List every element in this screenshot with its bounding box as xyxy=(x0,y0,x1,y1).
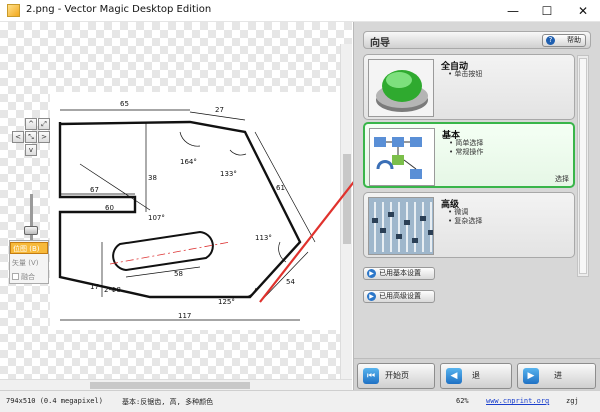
dim-label: 65 xyxy=(120,100,129,108)
dim-label: 117 xyxy=(178,312,191,320)
status-bar: 794x510 (0.4 megapixel) 基本:反锯齿, 高, 多种颜色 … xyxy=(0,390,600,412)
website-link[interactable]: www.cnprint.org xyxy=(486,397,549,405)
arrow-left-icon: ◀ xyxy=(446,368,462,384)
advanced-settings-button[interactable]: ▶ 已用高级设置 xyxy=(363,290,435,303)
user-name: zgj xyxy=(566,397,579,405)
pan-left-button[interactable]: < xyxy=(12,131,24,143)
arrow-right-icon: ▶ xyxy=(367,269,376,278)
maximize-button[interactable]: ☐ xyxy=(530,0,564,22)
image-canvas[interactable]: 65 27 164° 133° 61 67 38 60 107° 113° 54… xyxy=(0,22,416,401)
question-icon: ? xyxy=(546,36,555,45)
wizard-nav-bar: ⏮ 开始页 ◀ 退 ▶ 进 xyxy=(354,358,600,390)
basic-settings-label: 已用基本设置 xyxy=(379,269,421,277)
view-bitmap-button[interactable]: 位图 (B) xyxy=(10,242,48,254)
wizard-header: 向导 ? 帮助 xyxy=(363,31,591,49)
mode-bullet: 复杂选择 xyxy=(448,217,482,226)
selected-label: 选择 xyxy=(555,175,569,183)
dim-label: 60 xyxy=(105,204,114,212)
mode-bullet: 常规操作 xyxy=(449,148,483,157)
mode-bullet: 单击按钮 xyxy=(448,70,482,79)
wizard-title: 向导 xyxy=(370,38,390,49)
basic-settings-button[interactable]: ▶ 已用基本设置 xyxy=(363,267,435,280)
blend-label: 融合 xyxy=(21,273,35,281)
dim-label: 125° xyxy=(218,298,235,306)
title-bar: 2.png - Vector Magic Desktop Edition — ☐… xyxy=(0,0,600,22)
minimize-button[interactable]: — xyxy=(496,0,530,22)
next-label: 进 xyxy=(554,371,562,380)
back-button[interactable]: ◀ 退 xyxy=(440,363,512,389)
view-blend-checkbox[interactable]: 融合 xyxy=(10,271,48,283)
dim-label: 133° xyxy=(220,170,237,178)
help-label: 帮助 xyxy=(567,36,581,44)
mode-advanced[interactable]: 高级 微调 复杂选择 xyxy=(363,192,575,258)
mixing-console-image xyxy=(368,197,434,255)
scrollbar-thumb[interactable] xyxy=(579,58,587,274)
dim-label: 17 xyxy=(90,283,99,291)
advanced-settings-label: 已用高级设置 xyxy=(379,292,421,300)
zoom-slider-handle[interactable] xyxy=(24,226,38,235)
wizard-panel: 向导 ? 帮助 全自动 单击按钮 xyxy=(353,22,600,390)
zoom-fit-button[interactable]: ⤢ xyxy=(38,118,50,130)
view-vector-button[interactable]: 矢量 (V) xyxy=(10,257,48,269)
start-page-button[interactable]: ⏮ 开始页 xyxy=(357,363,435,389)
back-label: 退 xyxy=(472,371,480,380)
mode-fully-automatic[interactable]: 全自动 单击按钮 xyxy=(363,54,575,120)
mode-bullet: 简单选择 xyxy=(449,139,483,148)
settings-info: 基本:反锯齿, 高, 多种颜色 xyxy=(122,398,214,406)
scrollbar-thumb[interactable] xyxy=(90,382,250,389)
image-info: 794x510 (0.4 megapixel) xyxy=(6,397,103,405)
next-button[interactable]: ▶ 进 xyxy=(517,363,596,389)
app-icon xyxy=(7,4,20,17)
start-page-label: 开始页 xyxy=(385,371,409,380)
mode-basic[interactable]: 基本 简单选择 常规操作 选择 xyxy=(363,122,575,188)
arrow-right-icon: ▶ xyxy=(523,368,539,384)
dim-label: 38 xyxy=(148,174,157,182)
dim-label: 58 xyxy=(174,270,183,278)
close-button[interactable]: ✕ xyxy=(566,0,600,22)
skip-back-icon: ⏮ xyxy=(363,368,379,384)
pan-right-button[interactable]: > xyxy=(38,131,50,143)
mode-list-scrollbar[interactable] xyxy=(577,55,589,277)
checkbox-icon xyxy=(12,273,19,280)
help-button[interactable]: ? 帮助 xyxy=(542,34,586,47)
mode-bullet: 微调 xyxy=(448,208,482,217)
dim-label: 164° xyxy=(180,158,197,166)
pan-down-button[interactable]: v xyxy=(25,144,37,156)
green-button-image xyxy=(368,59,434,117)
fit-view-button[interactable]: ⤡ xyxy=(25,131,37,143)
arrow-right-icon: ▶ xyxy=(367,292,376,301)
dim-label: 2-Φ8 xyxy=(104,286,121,294)
zoom-level: 62% xyxy=(456,397,469,405)
pan-up-button[interactable]: ^ xyxy=(25,118,37,130)
window-title: 2.png - Vector Magic Desktop Edition xyxy=(26,4,212,15)
dim-label: 67 xyxy=(90,186,99,194)
dim-label: 27 xyxy=(215,106,224,114)
canvas-horizontal-scrollbar[interactable] xyxy=(0,379,352,390)
flow-diagram-image xyxy=(369,128,435,186)
dim-label: 107° xyxy=(148,214,165,222)
